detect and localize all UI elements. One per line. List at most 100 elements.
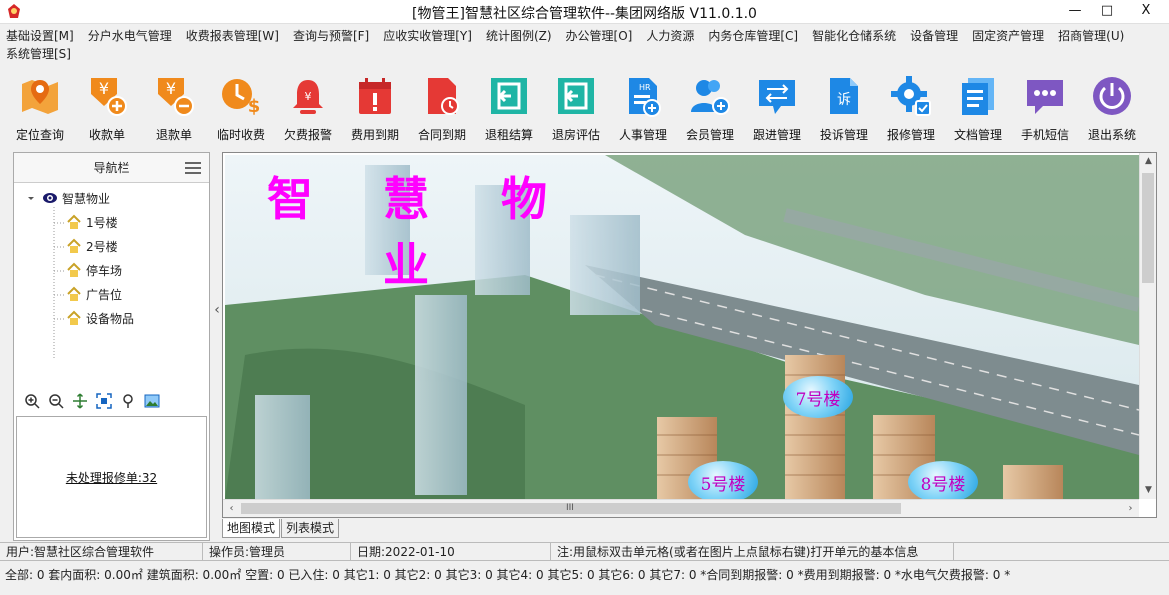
aerial-illustration bbox=[225, 155, 1139, 499]
navigation-panel: 导航栏 智慧物业 1号楼 2号楼 停车场 广告位 设备物品 未处理报修单:32 bbox=[13, 152, 210, 541]
tree-item-equipment[interactable]: 设备物品 bbox=[66, 309, 134, 327]
svg-text:HR: HR bbox=[639, 83, 651, 92]
zoom-in-icon[interactable] bbox=[24, 393, 40, 409]
maximize-button[interactable]: □ bbox=[1091, 0, 1123, 20]
exit-door-icon bbox=[558, 78, 594, 114]
menu-hr[interactable]: 人力资源 bbox=[646, 27, 694, 45]
contract-due-button[interactable]: 合同到期 bbox=[410, 74, 474, 144]
receipt-button[interactable]: ¥ 收款单 bbox=[75, 74, 139, 144]
status-date: 日期:2022-01-10 bbox=[351, 543, 551, 561]
temp-charge-button[interactable]: $ 临时收费 bbox=[209, 74, 273, 144]
menu-system[interactable]: 系统管理[S] bbox=[6, 45, 71, 63]
locate-icon[interactable] bbox=[120, 393, 136, 409]
horizontal-scroll-thumb[interactable]: III bbox=[241, 503, 901, 514]
map-view: 智 慧 物 业 7号楼 5号楼 8号楼 ▲ ▼ ‹ III › bbox=[222, 152, 1157, 518]
building-icon bbox=[67, 214, 81, 229]
scroll-left-icon[interactable]: ‹ bbox=[223, 500, 240, 517]
scroll-up-icon[interactable]: ▲ bbox=[1140, 153, 1156, 170]
vertical-scrollbar[interactable]: ▲ ▼ bbox=[1139, 153, 1156, 499]
image-icon[interactable] bbox=[144, 393, 160, 409]
map-heading-char-1: 智 bbox=[267, 172, 313, 226]
nav-header: 导航栏 bbox=[14, 153, 209, 183]
svg-text:¥: ¥ bbox=[99, 79, 109, 98]
tree-item-parking[interactable]: 停车场 bbox=[66, 261, 122, 279]
scroll-down-icon[interactable]: ▼ bbox=[1140, 482, 1156, 499]
zoom-out-icon[interactable] bbox=[48, 393, 64, 409]
fee-due-button[interactable]: 费用到期 bbox=[343, 74, 407, 144]
building-8-marker[interactable]: 8号楼 bbox=[908, 461, 978, 499]
menu-receivables[interactable]: 应收实收管理[Y] bbox=[383, 27, 472, 45]
bell-icon: ¥ bbox=[293, 80, 323, 114]
pending-repairs-link[interactable]: 未处理报修单:32 bbox=[66, 469, 157, 486]
menu-basic-settings[interactable]: 基础设置[M] bbox=[6, 27, 74, 45]
fit-view-icon[interactable] bbox=[96, 393, 112, 409]
menu-smart-storage[interactable]: 智能化仓储系统 bbox=[812, 27, 896, 45]
tab-list-mode[interactable]: 列表模式 bbox=[281, 519, 340, 538]
svg-text:$: $ bbox=[248, 96, 261, 117]
document-management-button[interactable]: 文档管理 bbox=[946, 74, 1010, 144]
repair-management-button[interactable]: 报修管理 bbox=[879, 74, 943, 144]
calendar-alert-icon bbox=[359, 78, 391, 114]
menu-fee-reports[interactable]: 收费报表管理[W] bbox=[186, 27, 279, 45]
complaint-doc-icon: 诉 bbox=[830, 78, 858, 114]
close-button[interactable]: X bbox=[1123, 0, 1169, 20]
hr-management-button[interactable]: HR 人事管理 bbox=[611, 74, 675, 144]
map-pin-icon bbox=[22, 80, 58, 114]
tree-item-building-2[interactable]: 2号楼 bbox=[66, 237, 118, 255]
menu-bar: 基础设置[M] 分户水电气管理 收费报表管理[W] 查询与预警[F] 应收实收管理[Y]… bbox=[0, 25, 1169, 63]
map-heading-char-4: 业 bbox=[383, 238, 429, 292]
building-icon bbox=[67, 262, 81, 277]
refund-button[interactable]: ¥ 退款单 bbox=[142, 74, 206, 144]
sms-button[interactable]: 手机短信 bbox=[1013, 74, 1077, 144]
scroll-right-icon[interactable]: › bbox=[1122, 500, 1139, 517]
member-management-button[interactable]: 会员管理 bbox=[678, 74, 742, 144]
eye-icon bbox=[43, 193, 57, 203]
summary-bar: 全部: 0 套内面积: 0.00㎡ 建筑面积: 0.00㎡ 空置: 0 已入住:… bbox=[5, 568, 1011, 582]
chat-arrows-icon bbox=[759, 80, 795, 114]
docs-icon bbox=[962, 78, 994, 115]
tree-item-building-1[interactable]: 1号楼 bbox=[66, 213, 118, 231]
status-bar: 用户:智慧社区综合管理软件 操作员:管理员 日期:2022-01-10 注:用鼠… bbox=[0, 542, 1169, 561]
svg-text:¥: ¥ bbox=[166, 79, 176, 98]
status-note: 注:用鼠标双击单元格(或者在图片上点鼠标右键)打开单元的基本信息 bbox=[551, 543, 954, 561]
menu-warehouse[interactable]: 内务仓库管理[C] bbox=[708, 27, 798, 45]
minimize-button[interactable]: — bbox=[1059, 0, 1091, 20]
locate-query-button[interactable]: 定位查询 bbox=[8, 74, 72, 144]
menu-icon[interactable] bbox=[185, 162, 201, 174]
lease-settlement-button[interactable]: 退租结算 bbox=[477, 74, 541, 144]
pan-icon[interactable] bbox=[72, 393, 88, 409]
arrears-alert-button[interactable]: ¥ 欠费报警 bbox=[276, 74, 340, 144]
vertical-scroll-thumb[interactable] bbox=[1142, 173, 1154, 283]
menu-office[interactable]: 办公管理[O] bbox=[566, 27, 633, 45]
yuan-add-icon: ¥ bbox=[91, 78, 127, 116]
building-5-marker[interactable]: 5号楼 bbox=[688, 461, 758, 499]
menu-equipment[interactable]: 设备管理 bbox=[910, 27, 958, 45]
complaint-management-button[interactable]: 诉 投诉管理 bbox=[812, 74, 876, 144]
status-operator: 操作员:管理员 bbox=[203, 543, 351, 561]
map-heading-char-2: 慧 bbox=[383, 172, 429, 226]
tree-item-ad-space[interactable]: 广告位 bbox=[66, 285, 122, 303]
yuan-minus-icon: ¥ bbox=[158, 78, 194, 116]
svg-text:¥: ¥ bbox=[305, 90, 312, 103]
building-7-marker[interactable]: 7号楼 bbox=[783, 376, 853, 418]
exit-system-button[interactable]: 退出系统 bbox=[1080, 74, 1144, 144]
tree-root[interactable]: 智慧物业 bbox=[42, 189, 110, 207]
tab-map-mode[interactable]: 地图模式 bbox=[222, 519, 281, 538]
horizontal-scrollbar[interactable]: ‹ III › bbox=[223, 499, 1139, 517]
menu-fixed-assets[interactable]: 固定资产管理 bbox=[972, 27, 1044, 45]
status-user: 用户:智慧社区综合管理软件 bbox=[0, 543, 203, 561]
collapse-panel-icon[interactable]: ‹ bbox=[212, 300, 222, 320]
menu-utilities[interactable]: 分户水电气管理 bbox=[88, 27, 172, 45]
menu-statistics[interactable]: 统计图例(Z) bbox=[486, 27, 552, 45]
toolbar: 定位查询 ¥ 收款单 ¥ 退款单 $ 临时收费 ¥ 欠费报警 费用到期 合同到期… bbox=[0, 64, 1169, 148]
sms-icon bbox=[1027, 80, 1063, 114]
menu-query-alert[interactable]: 查询与预警[F] bbox=[293, 27, 369, 45]
checkout-assessment-button[interactable]: 退房评估 bbox=[544, 74, 608, 144]
building-icon bbox=[67, 238, 81, 253]
menu-leasing[interactable]: 招商管理(U) bbox=[1058, 27, 1124, 45]
community-aerial-image: 智 慧 物 业 7号楼 5号楼 8号楼 bbox=[225, 155, 1139, 499]
hr-doc-icon: HR bbox=[629, 78, 661, 117]
users-add-icon bbox=[691, 80, 730, 115]
window-title: [物管王]智慧社区综合管理软件--集团网络版 V11.0.1.0 bbox=[412, 6, 757, 22]
follow-up-button[interactable]: 跟进管理 bbox=[745, 74, 809, 144]
